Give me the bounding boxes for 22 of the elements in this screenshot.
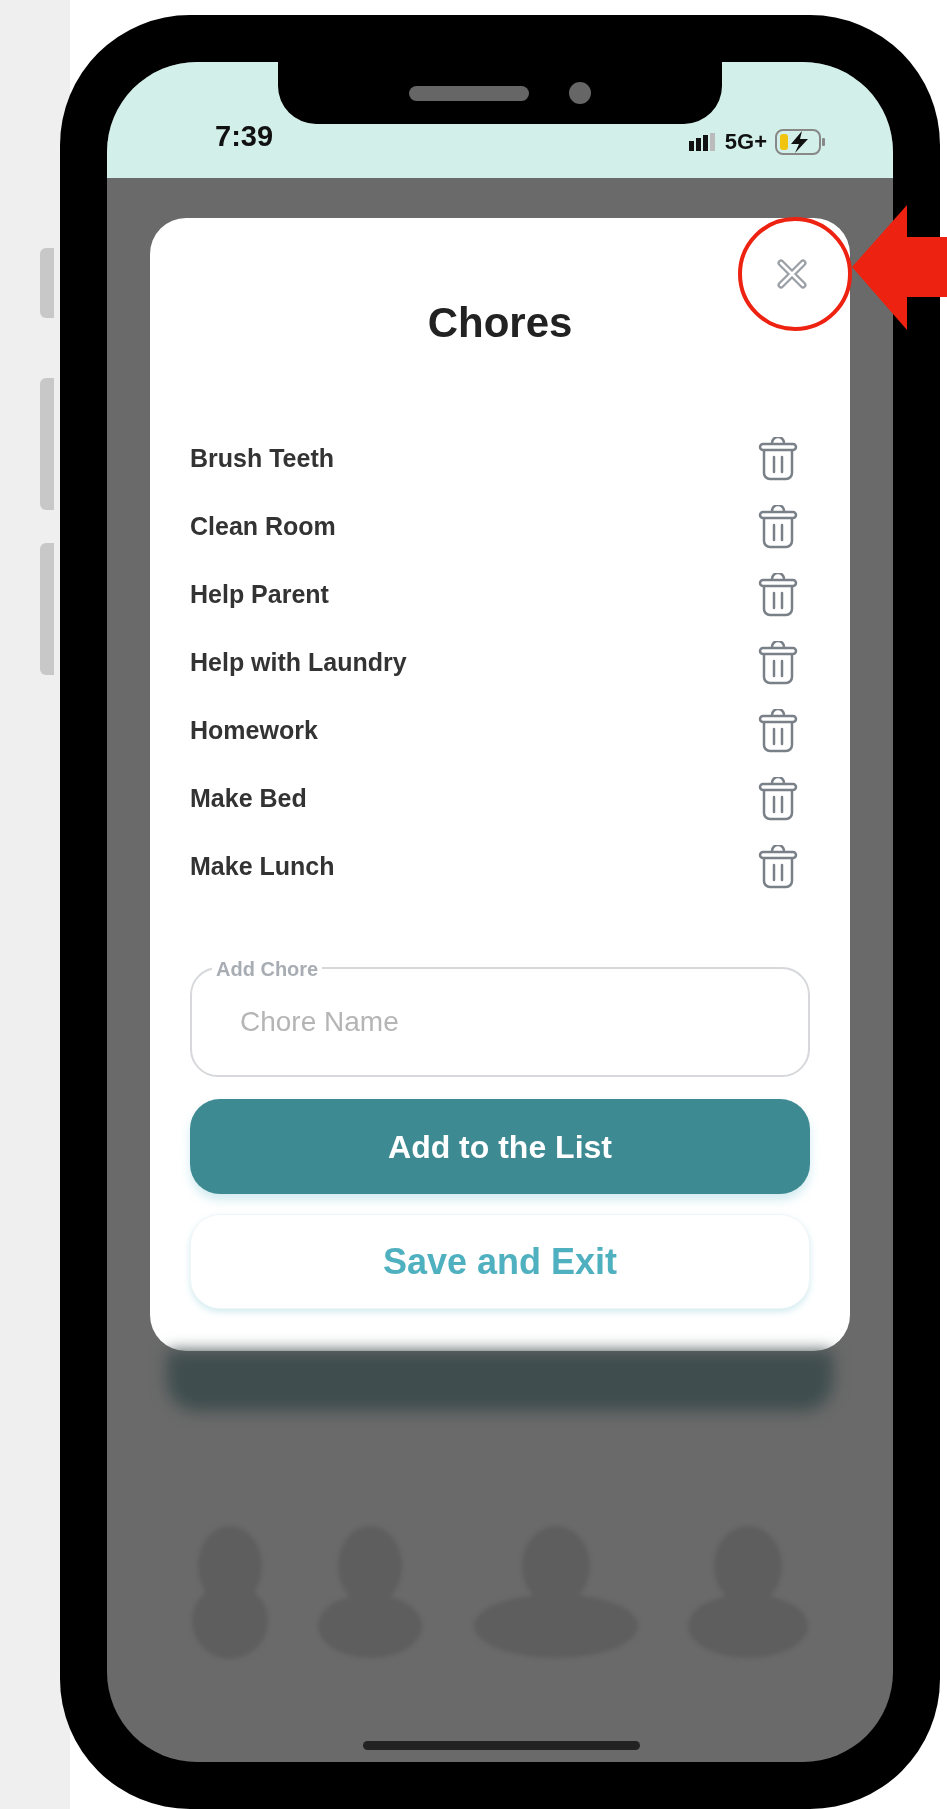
chore-name: Brush Teeth xyxy=(190,443,334,475)
trash-icon[interactable] xyxy=(758,505,798,549)
trash-icon[interactable] xyxy=(758,641,798,685)
close-icon xyxy=(776,258,808,290)
chore-name: Make Lunch xyxy=(190,851,335,883)
trash-icon[interactable] xyxy=(758,709,798,753)
network-label: 5G+ xyxy=(724,128,767,156)
add-button[interactable]: Add to the List xyxy=(190,1099,810,1194)
battery-charging-icon xyxy=(775,128,827,155)
dialog-title: Chores xyxy=(426,298,574,348)
trash-icon[interactable] xyxy=(758,845,798,889)
chore-name: Make Bed xyxy=(190,783,307,815)
trash-icon[interactable] xyxy=(758,777,798,821)
trash-icon[interactable] xyxy=(758,437,798,481)
chore-name: Help with Laundry xyxy=(190,647,407,679)
status-time: 7:39 xyxy=(215,118,274,154)
save-exit-button[interactable]: Save and Exit xyxy=(190,1214,810,1309)
signal-icon xyxy=(688,132,717,151)
trash-icon[interactable] xyxy=(758,573,798,617)
chore-name: Help Parent xyxy=(190,579,329,611)
chore-name: Homework xyxy=(190,715,318,747)
chore-name: Clean Room xyxy=(190,511,336,543)
